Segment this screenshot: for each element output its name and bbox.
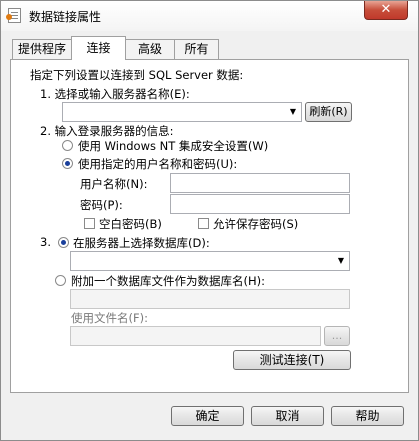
title-bar: 数据链接属性 ✕	[1, 1, 418, 31]
select-database-label: 在服务器上选择数据库(D):	[73, 236, 210, 250]
attach-database-radio[interactable]	[55, 275, 66, 286]
help-button[interactable]: 帮助	[331, 406, 404, 426]
windows-nt-security-label: 使用 Windows NT 集成安全设置(W)	[78, 139, 269, 153]
database-combo[interactable]: ▼	[70, 251, 350, 271]
allow-save-password-checkbox[interactable]	[198, 218, 209, 229]
windows-nt-security-radio[interactable]	[62, 140, 73, 151]
password-label: 密码(P):	[80, 198, 123, 212]
username-label: 用户名称(N):	[80, 177, 148, 191]
close-icon: ✕	[380, 2, 392, 17]
tab-all[interactable]: 所有	[174, 39, 219, 59]
data-link-icon	[6, 8, 21, 23]
window-title: 数据链接属性	[29, 10, 102, 24]
specific-user-radio[interactable]	[62, 158, 73, 169]
ok-button[interactable]: 确定	[171, 406, 244, 426]
server-name-combo[interactable]: ▼	[62, 102, 302, 122]
step3-label: 3.	[40, 235, 51, 249]
step2-label: 2. 输入登录服务器的信息:	[40, 124, 174, 138]
tab-connection[interactable]: 连接	[71, 36, 126, 60]
connection-panel: 指定下列设置以连接到 SQL Server 数据: 1. 选择或输入服务器名称(…	[10, 59, 409, 393]
select-database-radio[interactable]	[58, 237, 69, 248]
cancel-button[interactable]: 取消	[251, 406, 324, 426]
allow-save-password-label: 允许保存密码(S)	[213, 217, 299, 231]
filename-input[interactable]	[70, 326, 321, 346]
filename-label: 使用文件名(F):	[71, 311, 148, 325]
attach-database-input[interactable]	[70, 289, 350, 309]
username-input[interactable]	[170, 173, 350, 193]
test-connection-button[interactable]: 测试连接(T)	[233, 350, 351, 370]
password-input[interactable]	[170, 194, 350, 214]
blank-password-checkbox[interactable]	[84, 218, 95, 229]
data-link-properties-window: 数据链接属性 ✕ 提供程序 连接 高级 所有 指定下列设置以连接到 SQL Se…	[0, 0, 419, 441]
close-button[interactable]: ✕	[364, 1, 408, 20]
intro-text: 指定下列设置以连接到 SQL Server 数据:	[30, 68, 244, 82]
attach-database-label: 附加一个数据库文件作为数据库名(H):	[71, 274, 265, 288]
step1-label: 1. 选择或输入服务器名称(E):	[40, 87, 190, 101]
refresh-button[interactable]: 刷新(R)	[305, 102, 352, 122]
chevron-down-icon[interactable]: ▼	[285, 103, 301, 121]
browse-button[interactable]: ...	[324, 326, 350, 346]
tab-provider[interactable]: 提供程序	[12, 39, 72, 59]
chevron-down-icon[interactable]: ▼	[333, 252, 349, 270]
specific-user-label: 使用指定的用户名称和密码(U):	[78, 157, 238, 171]
blank-password-label: 空白密码(B)	[99, 217, 162, 231]
tab-advanced[interactable]: 高级	[125, 39, 175, 59]
